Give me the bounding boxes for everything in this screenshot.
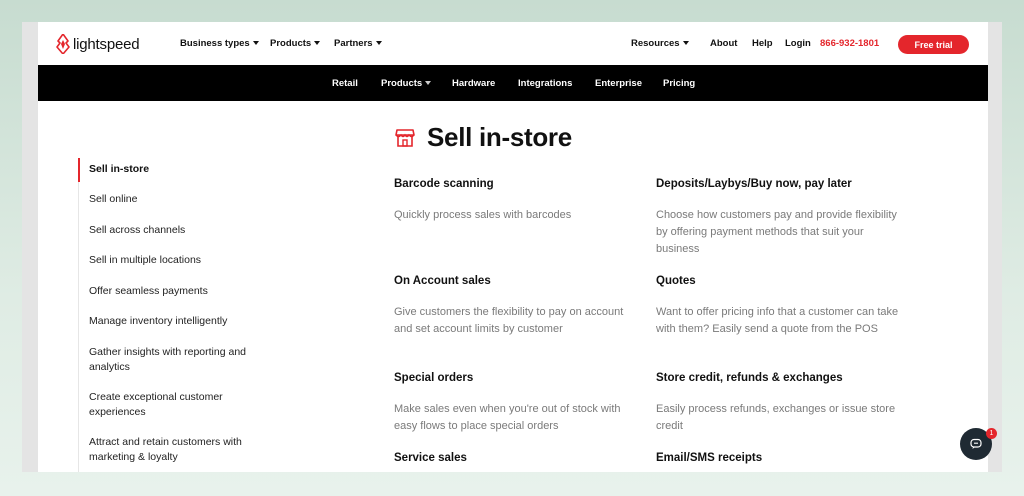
sidebar-item-sell-in-store[interactable]: Sell in-store [89,162,269,177]
page-title: Sell in-store [427,122,572,152]
feature-title: Deposits/Laybys/Buy now, pay later [656,178,852,190]
top-nav: lightspeed Business types Products Partn… [38,22,988,65]
chat-icon [970,438,982,449]
nav-about[interactable]: About [710,38,737,49]
sidebar-item-multiple-locations[interactable]: Sell in multiple locations [89,253,269,268]
sidebar-item-customer-experiences[interactable]: Create exceptional customer experiences [89,390,249,420]
chat-notification-badge: 1 [986,428,997,439]
brand-logo[interactable]: lightspeed [56,34,140,54]
brand-name: lightspeed [73,35,140,53]
subnav-retail[interactable]: Retail [332,78,358,89]
feature-title: Special orders [394,372,474,384]
section-heading: Sell in-store [395,122,572,153]
nav-partners-label: Partners [334,38,373,49]
feature-desc: Make sales even when you're out of stock… [394,403,621,432]
sidebar-item-sell-online[interactable]: Sell online [89,192,269,207]
subnav-enterprise[interactable]: Enterprise [595,78,642,89]
free-trial-button[interactable]: Free trial [898,35,969,54]
feature-title: Email/SMS receipts [656,452,763,464]
feature-title: On Account sales [394,275,491,287]
feature-title: Service sales [394,452,467,464]
feature-desc: Give customers the flexibility to pay on… [394,306,624,335]
sidebar-item-inventory[interactable]: Manage inventory intelligently [89,314,269,329]
chevron-down-icon [682,41,689,45]
feature-desc: Quickly process sales with barcodes [394,209,572,221]
subnav-products[interactable]: Products [381,78,432,89]
nav-resources-label: Resources [631,38,680,49]
flame-icon [56,34,70,54]
subnav-pricing[interactable]: Pricing [663,78,695,89]
feature-title: Quotes [656,275,696,287]
sidebar-active-indicator [78,158,80,182]
nav-login[interactable]: Login [785,38,811,49]
sidebar-item-sell-across-channels[interactable]: Sell across channels [89,223,269,238]
subnav-hardware[interactable]: Hardware [452,78,495,89]
nav-help[interactable]: Help [752,38,773,49]
nav-resources[interactable]: Resources [631,38,689,49]
nav-business-types-label: Business types [180,38,250,49]
page: lightspeed Business types Products Partn… [38,22,988,472]
feature-title: Store credit, refunds & exchanges [656,372,843,384]
subnav-integrations[interactable]: Integrations [518,78,572,89]
nav-products[interactable]: Products [270,38,321,49]
nav-business-types[interactable]: Business types [180,38,259,49]
sidebar-divider [78,182,79,472]
chevron-down-icon [375,41,382,45]
store-icon [395,128,415,147]
subnav-products-label: Products [381,78,423,89]
feature-desc: Easily process refunds, exchanges or iss… [656,403,896,432]
sidebar-item-marketing-loyalty[interactable]: Attract and retain customers with market… [89,435,264,465]
nav-products-label: Products [270,38,312,49]
product-subnav: Retail Products Hardware Integrations En… [38,65,988,101]
chevron-down-icon [425,81,432,85]
chevron-down-icon [314,41,321,45]
nav-phone[interactable]: 866-932-1801 [820,38,879,49]
feature-desc: Want to offer pricing info that a custom… [656,306,899,335]
feature-desc: Choose how customers pay and provide fle… [656,209,897,255]
chevron-down-icon [252,41,259,45]
sidebar-item-reporting[interactable]: Gather insights with reporting and analy… [89,345,264,375]
sidebar-item-payments[interactable]: Offer seamless payments [89,284,269,299]
nav-partners[interactable]: Partners [334,38,382,49]
feature-title: Barcode scanning [394,178,494,190]
